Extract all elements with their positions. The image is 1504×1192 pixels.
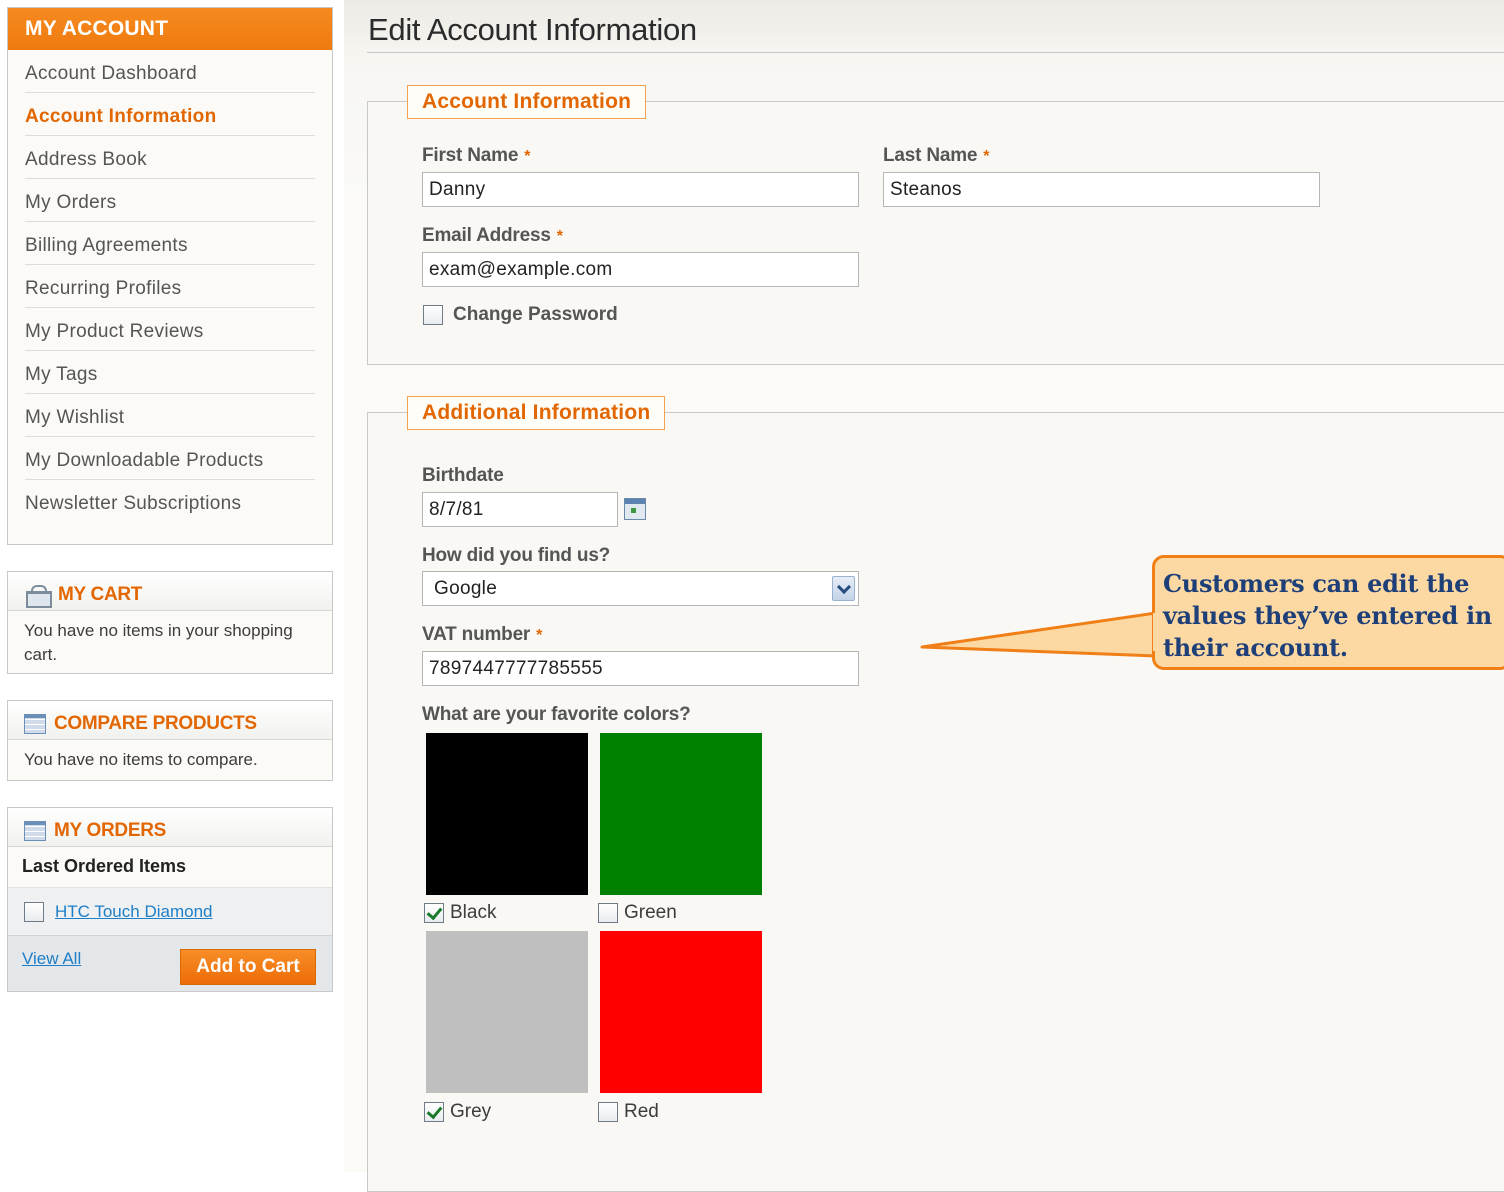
my-orders-block: MY ORDERS Last Ordered Items HTC Touch D… [7, 807, 333, 992]
compare-products-header: COMPARE PRODUCTS [8, 701, 332, 740]
nav-my-orders[interactable]: My Orders [25, 179, 315, 222]
nav-address-book[interactable]: Address Book [25, 136, 315, 179]
view-all-link[interactable]: View All [22, 949, 81, 969]
color-checkbox-red[interactable] [598, 1102, 618, 1122]
change-password-label: Change Password [453, 304, 618, 325]
grid-list-icon [24, 821, 46, 841]
color-swatch-grey[interactable] [426, 931, 588, 1093]
color-label-red: Red [624, 1101, 659, 1122]
callout-annotation: Customers can edit the values they’ve en… [1152, 555, 1504, 670]
last-ordered-items-heading: Last Ordered Items [22, 856, 187, 876]
required-mark: * [556, 228, 563, 245]
add-to-cart-button[interactable]: Add to Cart [180, 948, 316, 985]
compare-products-title: COMPARE PRODUCTS [54, 713, 257, 734]
nav-account-information[interactable]: Account Information [25, 93, 315, 136]
additional-information-legend: Additional Information [407, 396, 666, 430]
color-option-red: Red [598, 1101, 659, 1123]
birthdate-label: Birthdate [422, 465, 504, 486]
ordered-item-link[interactable]: HTC Touch Diamond [55, 902, 212, 922]
first-name-label: First Name * [422, 145, 531, 166]
chevron-down-icon[interactable] [832, 576, 855, 601]
nav-my-tags[interactable]: My Tags [25, 351, 315, 394]
first-name-input[interactable]: Danny [422, 172, 859, 207]
my-account-title: MY ACCOUNT [8, 8, 332, 50]
color-label-green: Green [624, 902, 677, 923]
color-option-black: Black [424, 902, 496, 924]
compare-products-block: COMPARE PRODUCTS You have no items to co… [7, 700, 333, 781]
favorite-colors-label: What are your favorite colors? [422, 704, 691, 725]
nav-recurring-profiles[interactable]: Recurring Profiles [25, 265, 315, 308]
ordered-item-checkbox[interactable] [24, 901, 44, 922]
account-information-legend: Account Information [407, 85, 647, 119]
required-mark: * [524, 148, 531, 165]
color-checkbox-green[interactable] [598, 903, 618, 923]
email-address-label: Email Address * [422, 225, 563, 246]
change-password-row: Change Password [423, 304, 618, 326]
callout-pointer-joint [1153, 613, 1159, 651]
color-label-grey: Grey [450, 1101, 492, 1122]
color-swatch-red[interactable] [600, 931, 762, 1093]
email-address-input[interactable]: exam@example.com [422, 252, 859, 287]
vat-number-input[interactable]: 7897447777785555 [422, 651, 859, 686]
title-divider [367, 52, 1504, 53]
callout-pointer [920, 611, 1158, 658]
calendar-icon[interactable] [624, 498, 646, 520]
birthdate-input[interactable]: 8/7/81 [422, 492, 618, 527]
cart-empty-message: You have no items in your shopping cart. [24, 621, 293, 664]
vat-number-label: VAT number * [422, 624, 543, 645]
my-orders-actions: View All Add to Cart [8, 935, 332, 991]
my-orders-title: MY ORDERS [54, 820, 167, 841]
my-cart-title: MY CART [58, 584, 143, 605]
page-title: Edit Account Information [368, 12, 697, 47]
how-did-you-find-us-label: How did you find us? [422, 545, 611, 566]
required-mark: * [536, 627, 543, 644]
my-account-block: MY ACCOUNT Account Dashboard Account Inf… [7, 7, 333, 545]
color-swatch-black[interactable] [426, 733, 588, 895]
how-did-you-find-us-value: Google [434, 578, 498, 599]
nav-my-product-reviews[interactable]: My Product Reviews [25, 308, 315, 351]
how-did-you-find-us-select[interactable]: Google [422, 571, 859, 606]
ordered-item-row: HTC Touch Diamond [8, 887, 332, 935]
color-checkbox-grey[interactable] [424, 1102, 444, 1122]
color-checkbox-black[interactable] [424, 903, 444, 923]
nav-my-wishlist[interactable]: My Wishlist [25, 394, 315, 437]
color-label-black: Black [450, 902, 497, 923]
my-cart-header: MY CART [8, 572, 332, 611]
color-swatch-green[interactable] [600, 733, 762, 895]
last-name-label: Last Name * [883, 145, 990, 166]
grid-list-icon [24, 714, 46, 734]
color-option-green: Green [598, 902, 677, 924]
shopping-cart-icon [24, 584, 52, 608]
change-password-checkbox[interactable] [423, 305, 443, 325]
nav-billing-agreements[interactable]: Billing Agreements [25, 222, 315, 265]
last-name-input[interactable]: Steanos [883, 172, 1320, 207]
my-cart-block: MY CART You have no items in your shoppi… [7, 571, 333, 674]
nav-newsletter-subscriptions[interactable]: Newsletter Subscriptions [25, 480, 315, 523]
my-orders-header: MY ORDERS [8, 808, 332, 847]
nav-my-downloadable-products[interactable]: My Downloadable Products [25, 437, 315, 480]
required-mark: * [983, 148, 990, 165]
account-nav: Account Dashboard Account Information Ad… [8, 50, 332, 523]
nav-account-dashboard[interactable]: Account Dashboard [25, 50, 315, 93]
color-option-grey: Grey [424, 1101, 491, 1123]
compare-empty-message: You have no items to compare. [24, 750, 258, 769]
